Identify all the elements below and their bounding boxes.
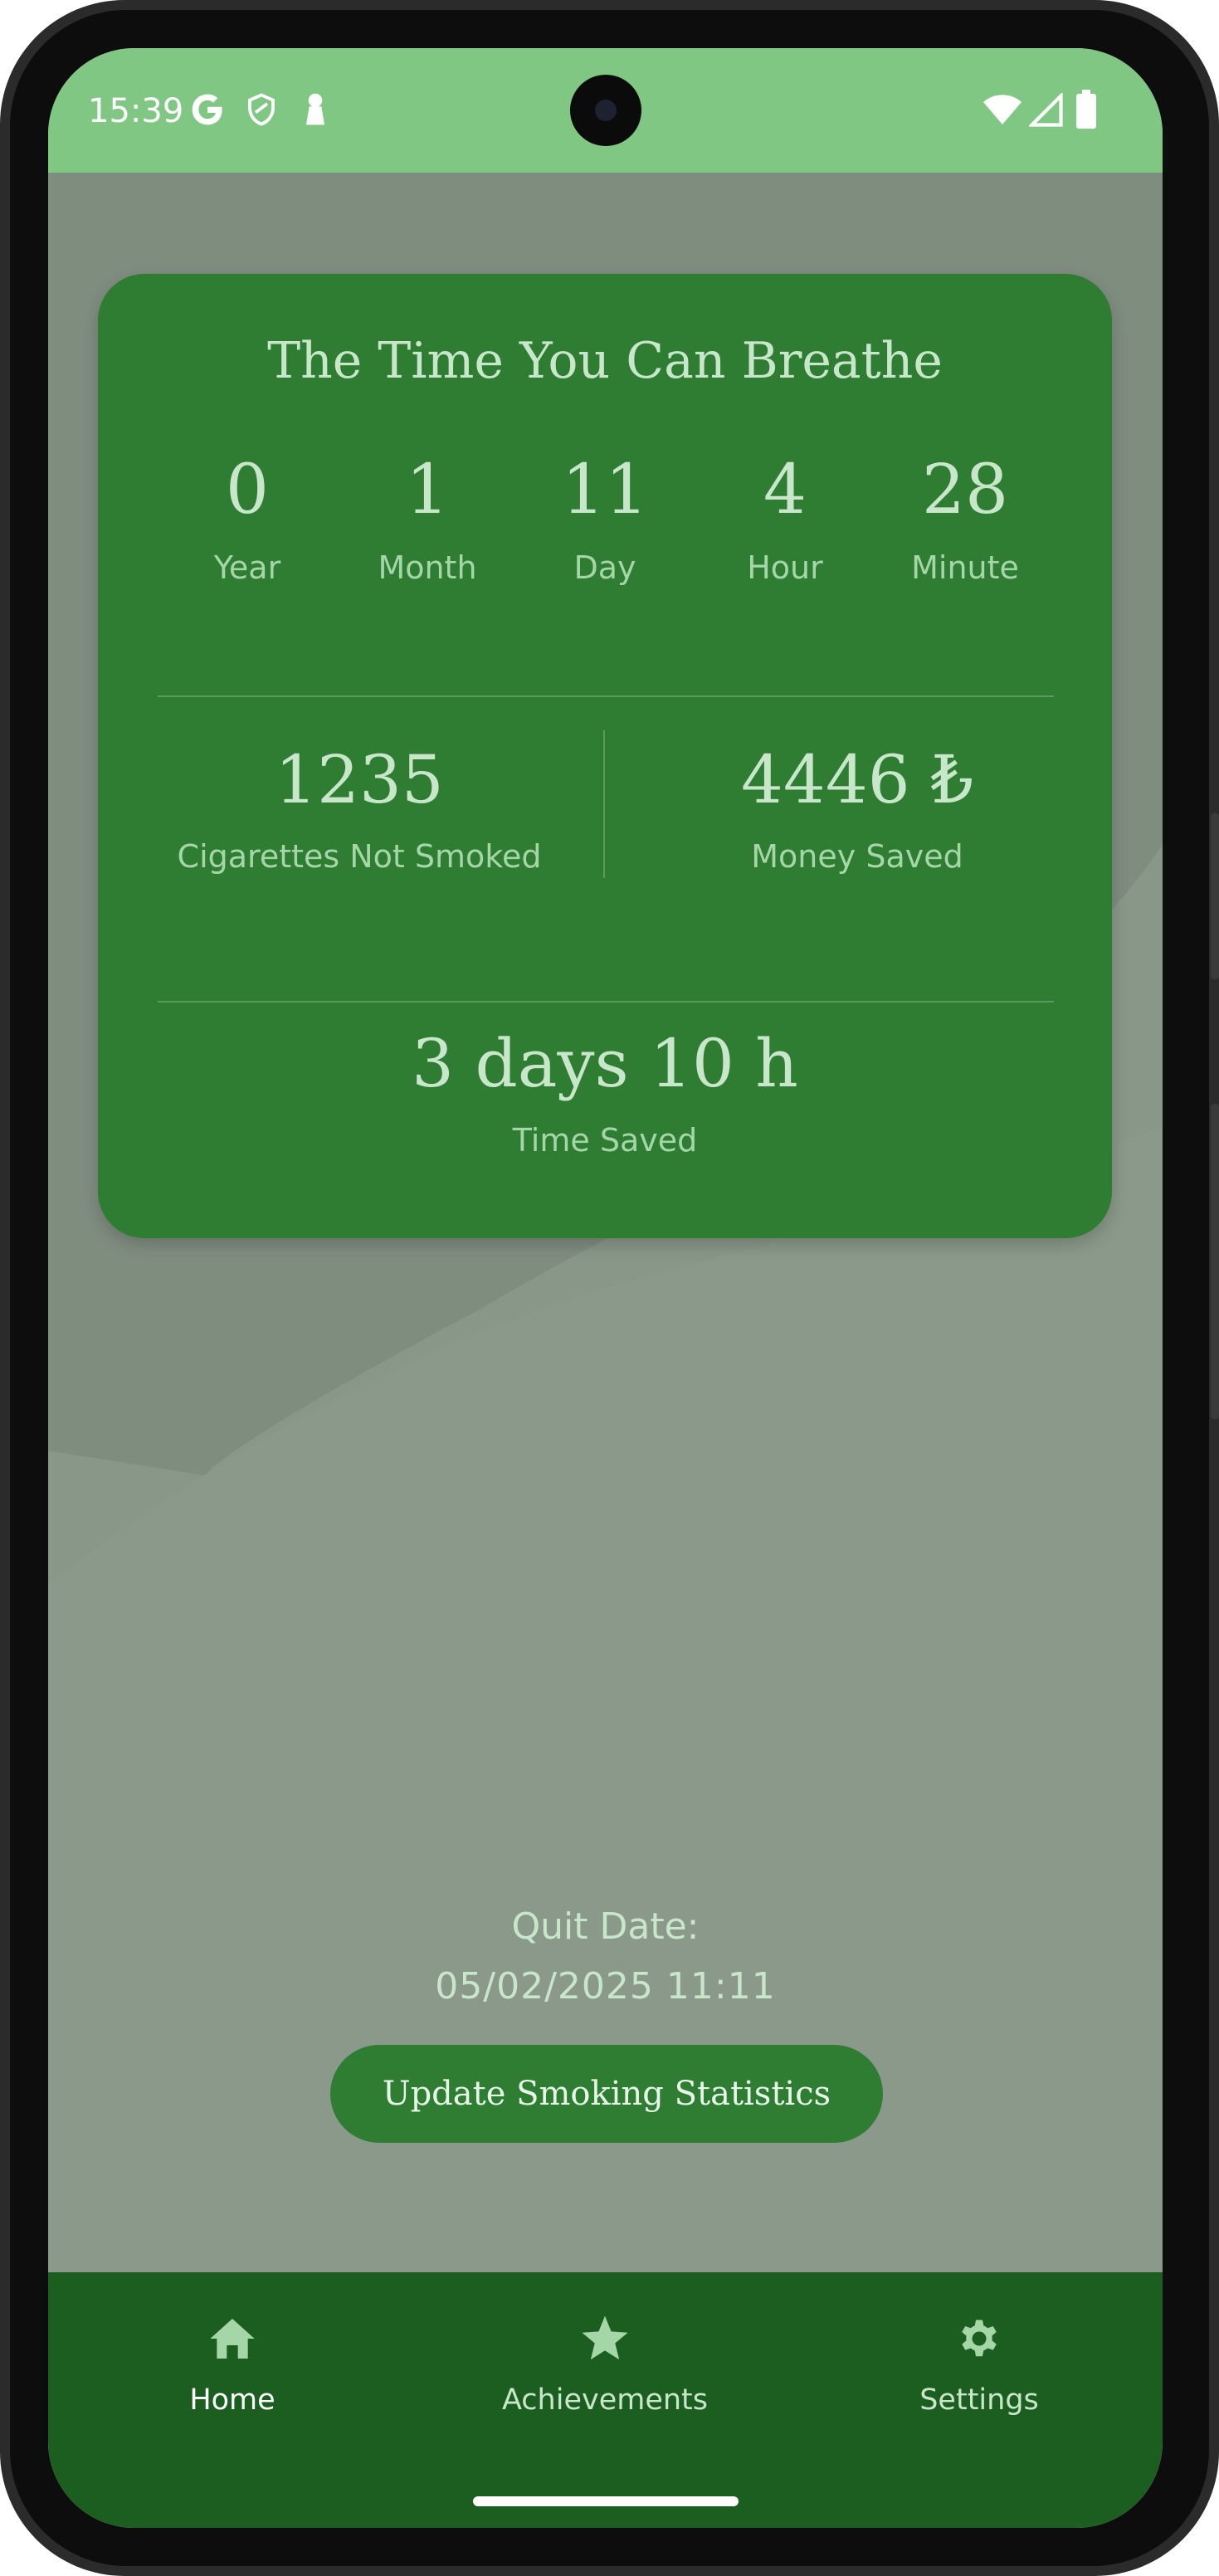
quit-date-value: 05/02/2025 11:11 [435, 1965, 776, 2008]
elapsed-minutes-label: Minute [911, 549, 1019, 586]
elapsed-hours: 4 Hour [702, 451, 868, 587]
time-saved-label: Time Saved [512, 1122, 698, 1159]
keyhole-icon [306, 93, 324, 125]
gear-icon [962, 2320, 997, 2357]
elapsed-days: 11 Day [522, 451, 688, 587]
card-divider-bottom [158, 1001, 1054, 1003]
bottom-navigation: Home Achievements Settings [48, 2272, 1163, 2528]
elapsed-hours-label: Hour [747, 549, 823, 586]
battery-icon [1076, 90, 1096, 129]
cigarettes-value: 1235 [275, 741, 444, 818]
nav-label-settings: Settings [919, 2383, 1039, 2417]
phone-frame: 15:39 The Time You Can Breathe 0 Year 1 … [0, 0, 1219, 2576]
elapsed-minutes: 28 Minute [882, 451, 1048, 587]
elapsed-days-value: 11 [561, 451, 649, 529]
star-icon [582, 2315, 628, 2360]
card-divider-vertical [603, 730, 605, 878]
elapsed-years-value: 0 [225, 451, 270, 529]
cigarettes-label: Cigarettes Not Smoked [177, 838, 542, 875]
update-statistics-button[interactable]: Update Smoking Statistics [330, 2045, 883, 2143]
volume-button [1211, 1104, 1219, 1419]
elapsed-months-value: 1 [405, 451, 450, 529]
nav-item-achievements[interactable]: Achievements [480, 2314, 729, 2417]
quit-date-label: Quit Date: [511, 1905, 700, 1948]
google-icon [192, 94, 222, 125]
gesture-home-bar[interactable] [473, 2496, 739, 2506]
screen: 15:39 The Time You Can Breathe 0 Year 1 … [48, 48, 1163, 2528]
home-icon [210, 2319, 255, 2359]
card-divider-top [158, 695, 1054, 697]
elapsed-days-label: Day [573, 549, 636, 586]
nav-label-achievements: Achievements [501, 2383, 709, 2417]
card-title: The Time You Can Breathe [267, 332, 943, 390]
stats-card: The Time You Can Breathe 0 Year 1 Month … [98, 274, 1112, 1238]
money-label: Money Saved [751, 838, 963, 875]
money-stat: 4446 ₺ Money Saved [629, 741, 1085, 876]
shield-icon [248, 93, 275, 126]
elapsed-hours-value: 4 [763, 451, 807, 529]
nav-item-settings[interactable]: Settings [855, 2314, 1104, 2417]
elapsed-months-label: Month [378, 549, 477, 586]
time-saved-value: 3 days 10 h [412, 1025, 798, 1102]
money-value: 4446 ₺ [741, 741, 973, 818]
cigarettes-stat: 1235 Cigarettes Not Smoked [131, 741, 588, 876]
status-time: 15:39 [88, 92, 184, 130]
power-button [1211, 813, 1219, 979]
elapsed-years: 0 Year [164, 451, 330, 587]
elapsed-minutes-value: 28 [921, 451, 1009, 529]
nav-item-home[interactable]: Home [108, 2314, 357, 2417]
status-bar: 15:39 [48, 48, 1163, 173]
cellular-signal-icon [1029, 93, 1063, 127]
elapsed-years-label: Year [213, 549, 281, 586]
nav-label-home: Home [189, 2383, 275, 2417]
front-camera [570, 75, 641, 146]
wifi-icon [983, 95, 1022, 124]
elapsed-months: 1 Month [344, 451, 510, 587]
time-saved-stat: 3 days 10 h Time Saved [98, 1031, 1112, 1159]
